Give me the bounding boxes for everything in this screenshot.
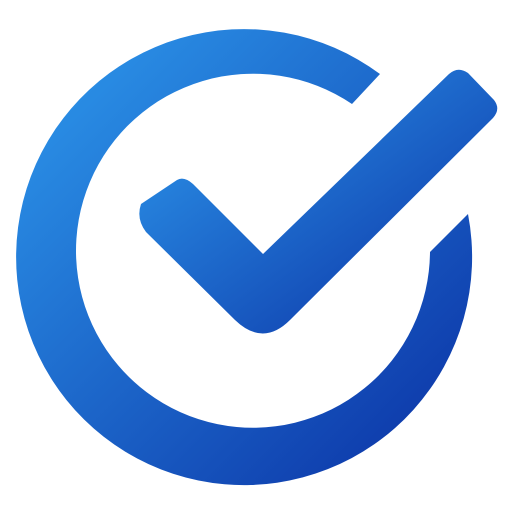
icon-canvas <box>0 0 512 512</box>
check-circle-icon <box>16 29 498 486</box>
